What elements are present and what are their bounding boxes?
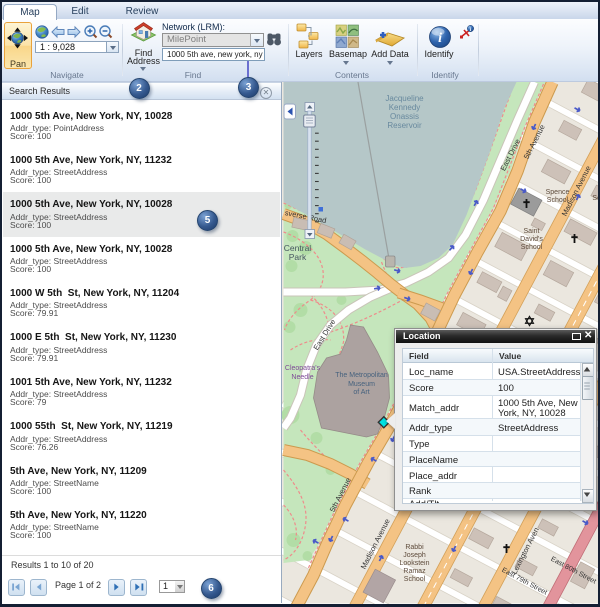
svg-text:of Art: of Art [353, 389, 369, 396]
svg-text:Cleopatra's: Cleopatra's [284, 365, 320, 372]
svg-text:Park: Park [288, 252, 306, 262]
svg-text:Rabbi: Rabbi [405, 544, 424, 551]
svg-text:i: i [438, 31, 442, 46]
svg-text:Ramaz: Ramaz [403, 568, 426, 575]
svg-text:School: School [520, 244, 542, 251]
svg-text:Lookstein: Lookstein [399, 560, 429, 567]
svg-text:Spence: Spence [545, 189, 569, 196]
svg-text:Joseph: Joseph [403, 552, 426, 559]
svg-text:Kennedy: Kennedy [388, 103, 420, 112]
svg-text:Needle: Needle [291, 374, 313, 381]
svg-text:Onassis: Onassis [390, 112, 419, 121]
svg-text:Saint: Saint [523, 228, 539, 235]
svg-text:Reservoir: Reservoir [387, 121, 422, 130]
svg-text:Jacqueline: Jacqueline [385, 94, 424, 103]
svg-text:David's: David's [520, 236, 543, 243]
svg-text:The Metropolitan: The Metropolitan [335, 372, 388, 379]
svg-text:Museum: Museum [348, 381, 375, 388]
svg-text:Sc: Sc [592, 195, 598, 202]
svg-text:School: School [403, 576, 425, 583]
